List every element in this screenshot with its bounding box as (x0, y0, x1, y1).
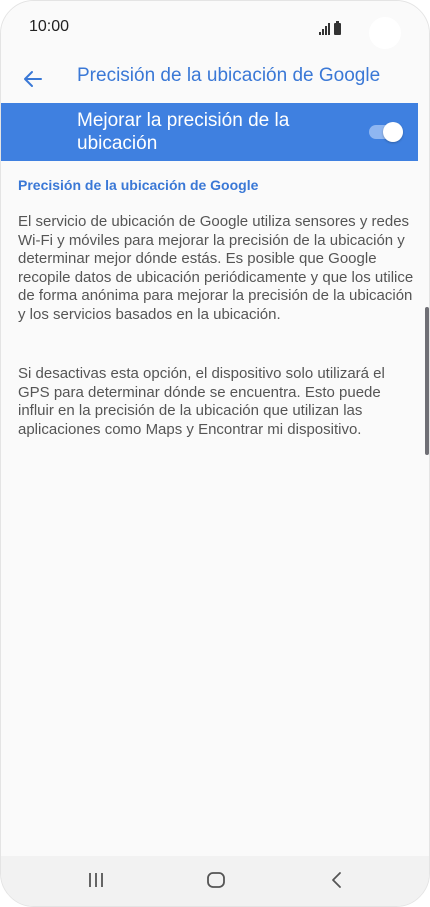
recents-icon (89, 873, 103, 887)
signal-icon (319, 23, 330, 35)
master-switch-label: Mejorar la precisión de la ubicación (77, 110, 290, 154)
master-switch-row[interactable]: Mejorar la precisión de la ubicación (1, 103, 418, 161)
app-bar: Precisión de la ubicación de Google (1, 55, 429, 103)
recents-button[interactable] (80, 866, 112, 894)
navigation-bar (1, 856, 429, 906)
location-accuracy-toggle[interactable] (369, 122, 403, 142)
battery-icon (334, 21, 341, 35)
description-paragraph-2: Si desactivas esta opción, el dispositiv… (18, 365, 385, 438)
status-time: 10:00 (29, 18, 70, 35)
description-paragraph-1: El servicio de ubicación de Google utili… (18, 213, 414, 323)
nav-back-icon (332, 872, 341, 888)
toggle-thumb (383, 122, 403, 142)
scrollbar[interactable] (425, 307, 429, 455)
status-icons (319, 19, 341, 35)
system-back-button[interactable] (321, 866, 353, 894)
page-title: Precisión de la ubicación de Google (77, 65, 381, 86)
phone-screen: 10:00 Precisión de la ubicación de Googl… (0, 0, 430, 907)
front-camera (369, 17, 401, 49)
home-icon (207, 872, 225, 888)
section-title: Precisión de la ubicación de Google (18, 177, 259, 193)
arrow-left-icon (24, 71, 42, 87)
home-button[interactable] (200, 866, 232, 894)
status-bar: 10:00 (1, 1, 429, 55)
back-button[interactable] (15, 61, 51, 97)
